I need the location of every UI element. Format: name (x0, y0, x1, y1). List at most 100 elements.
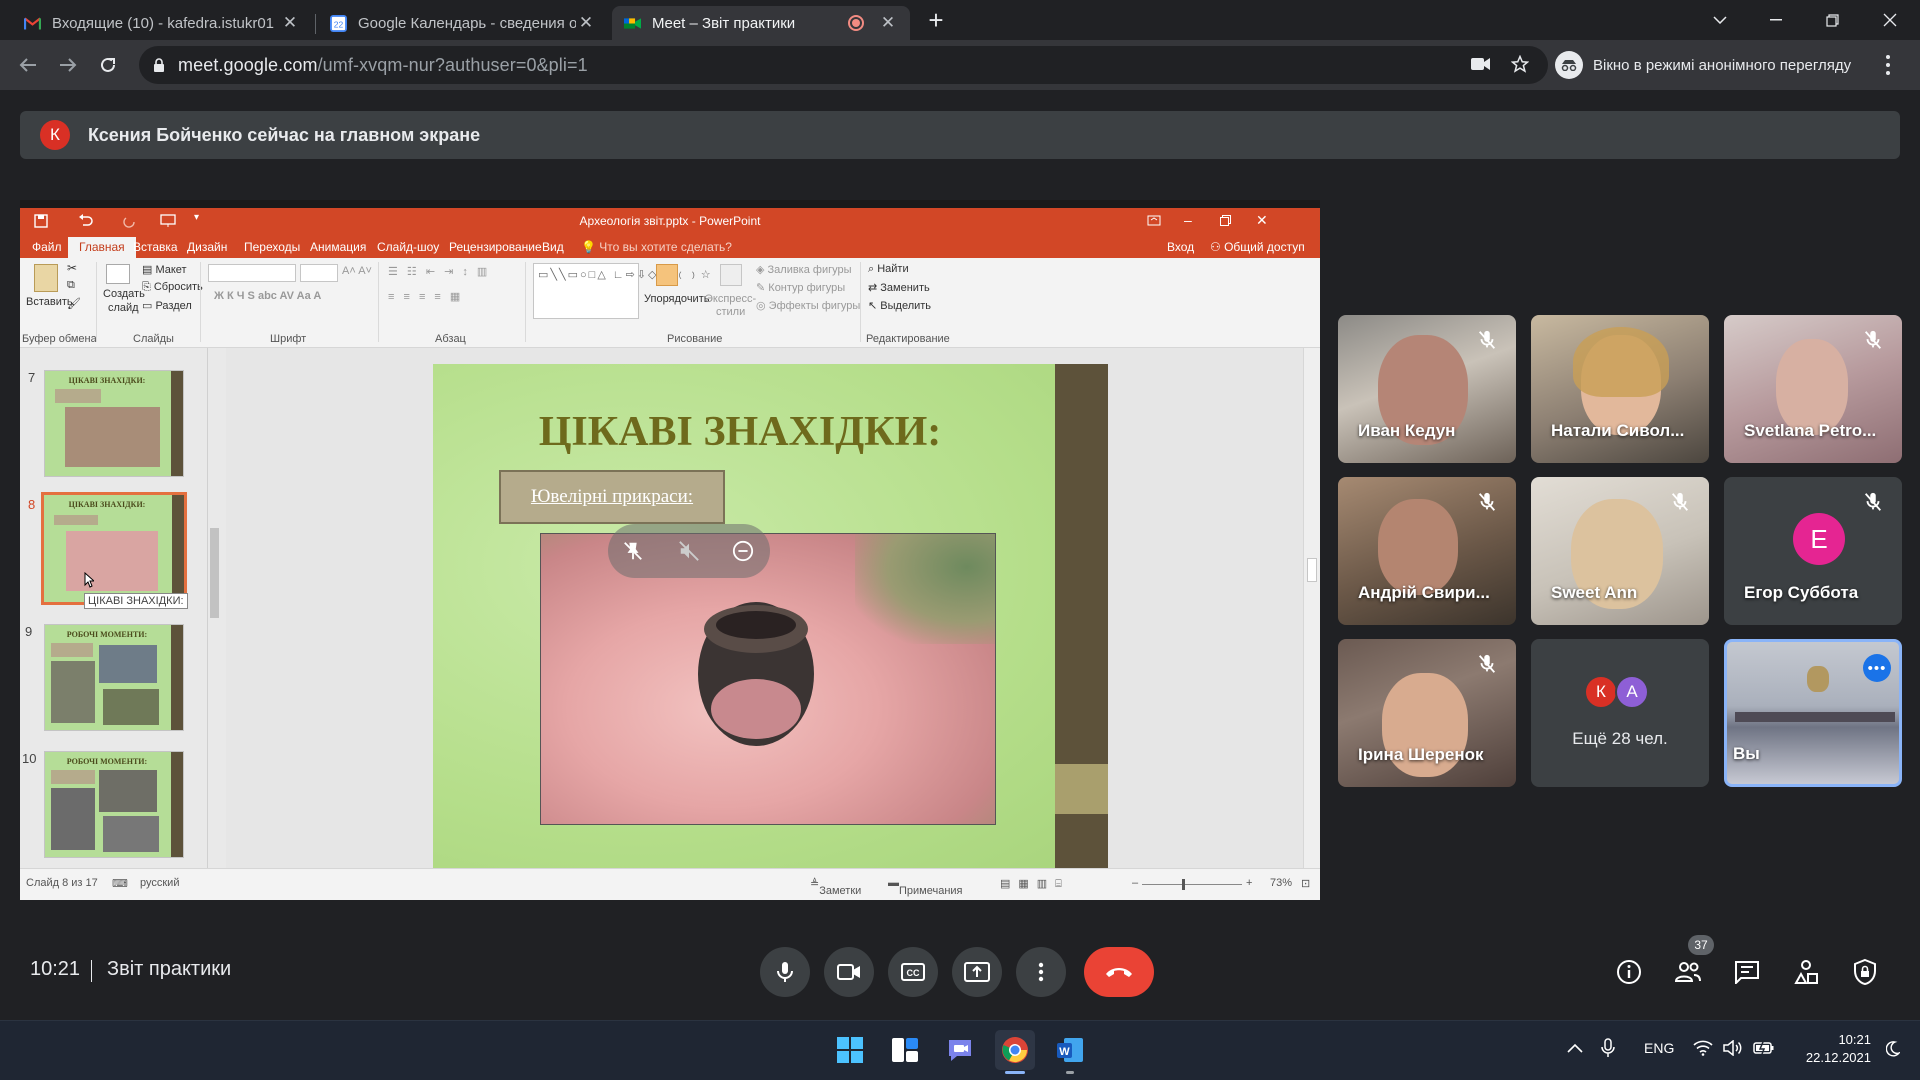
new-slide-label-2[interactable]: слайд (108, 302, 139, 314)
close-icon[interactable]: ✕ (576, 13, 596, 33)
tab-gmail[interactable]: Входящие (10) - kafedra.istukr01 ✕ (12, 6, 312, 40)
incognito-indicator[interactable]: Вікно в режимі анонімного перегляду (1555, 50, 1851, 80)
close-icon[interactable]: ✕ (878, 13, 898, 33)
restore-button[interactable] (1804, 0, 1860, 40)
signin-link[interactable]: Вход (1167, 240, 1194, 254)
slide-thumbnail-8[interactable]: ЦІКАВІ ЗНАХІДКИ: (41, 492, 187, 605)
minimize-button[interactable] (1748, 0, 1804, 40)
layout-button[interactable]: ▤ Макет (142, 263, 187, 276)
ppt-restore-button[interactable] (1220, 215, 1231, 226)
arrange-icon[interactable] (656, 264, 678, 286)
forward-button[interactable] (52, 49, 84, 81)
host-controls-button[interactable] (1848, 955, 1882, 989)
quick-styles-icon[interactable] (720, 264, 742, 286)
bookmark-star-icon[interactable] (1511, 55, 1529, 73)
camera-blocked-icon[interactable] (1471, 57, 1491, 71)
new-slide-icon[interactable] (106, 264, 130, 284)
tray-microphone-icon[interactable] (1601, 1038, 1615, 1058)
font-format-buttons[interactable]: Ж К Ч S abc AV Aa A (214, 290, 321, 302)
cut-icon[interactable]: ✂ (67, 261, 77, 275)
shape-effects-button[interactable]: ◎ Эффекты фигуры (756, 299, 860, 312)
slide-thumbnail-9[interactable]: РОБОЧІ МОМЕНТИ: (44, 624, 184, 731)
tab-calendar[interactable]: 22 Google Календарь - сведения о ✕ (318, 6, 608, 40)
comments-button[interactable]: ▬ Примечания (888, 877, 963, 897)
ppt-minimize-button[interactable]: – (1184, 212, 1192, 228)
participant-tile[interactable]: Svetlana Petro... (1724, 315, 1902, 463)
participant-tile[interactable]: Натали Сивол... (1531, 315, 1709, 463)
slide-caption-box[interactable]: Ювелірні прикраси: (499, 470, 725, 524)
reload-button[interactable] (92, 49, 124, 81)
zoom-level[interactable]: 73% (1270, 877, 1292, 889)
zoom-slider[interactable] (1142, 884, 1242, 885)
chrome-menu-icon[interactable] (1885, 54, 1891, 76)
quick-styles-label-1[interactable]: Экспресс- (705, 293, 756, 305)
font-grow-icon[interactable]: A˄ A˅ (342, 265, 372, 277)
participant-tile[interactable]: Ірина Шеренок (1338, 639, 1516, 787)
camera-button[interactable] (824, 947, 874, 997)
participants-button[interactable] (1671, 955, 1705, 989)
language-label[interactable]: русский (140, 877, 179, 889)
volume-icon[interactable] (1723, 1040, 1743, 1056)
keyboard-language[interactable]: ENG (1644, 1040, 1674, 1056)
new-tab-button[interactable]: + (916, 0, 956, 40)
zoom-in-icon[interactable]: + (1246, 877, 1252, 889)
scroll-thumb[interactable] (210, 528, 219, 618)
word-taskbar-button[interactable]: W (1050, 1030, 1090, 1070)
self-view-tile[interactable]: ••• Вы (1724, 639, 1902, 787)
meeting-details-button[interactable] (1612, 955, 1646, 989)
close-icon[interactable]: ✕ (280, 13, 300, 33)
arrange-label[interactable]: Упорядочить (644, 293, 709, 305)
close-window-button[interactable] (1862, 0, 1918, 40)
battery-charging-icon[interactable] (1753, 1041, 1775, 1055)
more-participants-tile[interactable]: К А Ещё 28 чел. (1531, 639, 1709, 787)
back-button[interactable] (12, 49, 44, 81)
participant-tile[interactable]: Е Егор Суббота (1724, 477, 1902, 625)
replace-button[interactable]: ⇄ Заменить (868, 281, 930, 294)
scroll-thumb[interactable] (1307, 558, 1317, 582)
share-button[interactable]: ⚇ Общий доступ (1210, 240, 1305, 254)
tab-meet[interactable]: Meet – Звіт практики ✕ (612, 6, 910, 40)
thumbnail-scrollbar[interactable] (207, 348, 221, 868)
ppt-tab-view[interactable]: Вид (542, 240, 564, 254)
ppt-tab-animation[interactable]: Анимация (310, 240, 366, 254)
taskbar-clock[interactable]: 10:21 22.12.2021 (1791, 1031, 1871, 1067)
notes-button[interactable]: ≜ Заметки (810, 877, 861, 897)
slide-photo-ring[interactable] (540, 533, 996, 825)
find-button[interactable]: ⌕ Найти (868, 263, 909, 276)
lock-icon[interactable] (153, 58, 165, 73)
select-button[interactable]: ↖ Выделить (868, 299, 931, 312)
view-buttons[interactable]: ▤▦▥⌸ (1000, 877, 1070, 891)
activities-button[interactable] (1789, 955, 1823, 989)
leave-call-button[interactable] (1084, 947, 1154, 997)
tell-me-search[interactable]: 💡 Что вы хотите сделать? (581, 240, 732, 254)
fit-slide-icon[interactable]: ⊡ (1301, 877, 1310, 890)
focus-assist-icon[interactable] (1886, 1041, 1900, 1057)
format-painter-icon[interactable]: 🖌 (67, 297, 81, 310)
ppt-close-button[interactable]: ✕ (1256, 212, 1268, 229)
ppt-tab-review[interactable]: Рецензирование (449, 240, 542, 254)
zoom-out-icon[interactable]: – (1132, 877, 1138, 889)
ppt-tab-design[interactable]: Дизайн (187, 240, 227, 254)
chevron-up-icon[interactable] (1567, 1043, 1583, 1053)
participant-tile[interactable]: Иван Кедун (1338, 315, 1516, 463)
reset-button[interactable]: ⎘ Сбросить (142, 281, 203, 294)
tab-search-icon[interactable] (1692, 0, 1748, 40)
slide-thumbnail-7[interactable]: ЦІКАВІ ЗНАХІДКИ: (44, 370, 184, 477)
present-button[interactable] (952, 947, 1002, 997)
ppt-tab-slideshow[interactable]: Слайд-шоу (377, 240, 439, 254)
microphone-button[interactable] (760, 947, 810, 997)
ppt-tab-file[interactable]: Файл (32, 240, 62, 254)
more-options-icon[interactable]: ••• (1863, 654, 1891, 682)
slide-vertical-scrollbar[interactable] (1303, 348, 1320, 868)
align-buttons[interactable]: ≡ ≡ ≡ ≡ ▦ (388, 290, 463, 303)
zoom-slider-thumb[interactable] (1182, 879, 1185, 890)
wifi-icon[interactable] (1693, 1040, 1713, 1056)
url-text[interactable]: meet.google.com/umf-xvqm-nur?authuser=0&… (178, 55, 588, 76)
pin-off-icon[interactable] (622, 540, 644, 562)
chrome-taskbar-button[interactable] (995, 1030, 1035, 1070)
ppt-tab-home[interactable]: Главная (68, 237, 136, 258)
shape-fill-button[interactable]: ◈ Заливка фигуры (756, 263, 852, 276)
shape-outline-button[interactable]: ✎ Контур фигуры (756, 281, 845, 294)
remove-icon[interactable] (732, 540, 754, 562)
paste-icon[interactable] (34, 264, 58, 292)
